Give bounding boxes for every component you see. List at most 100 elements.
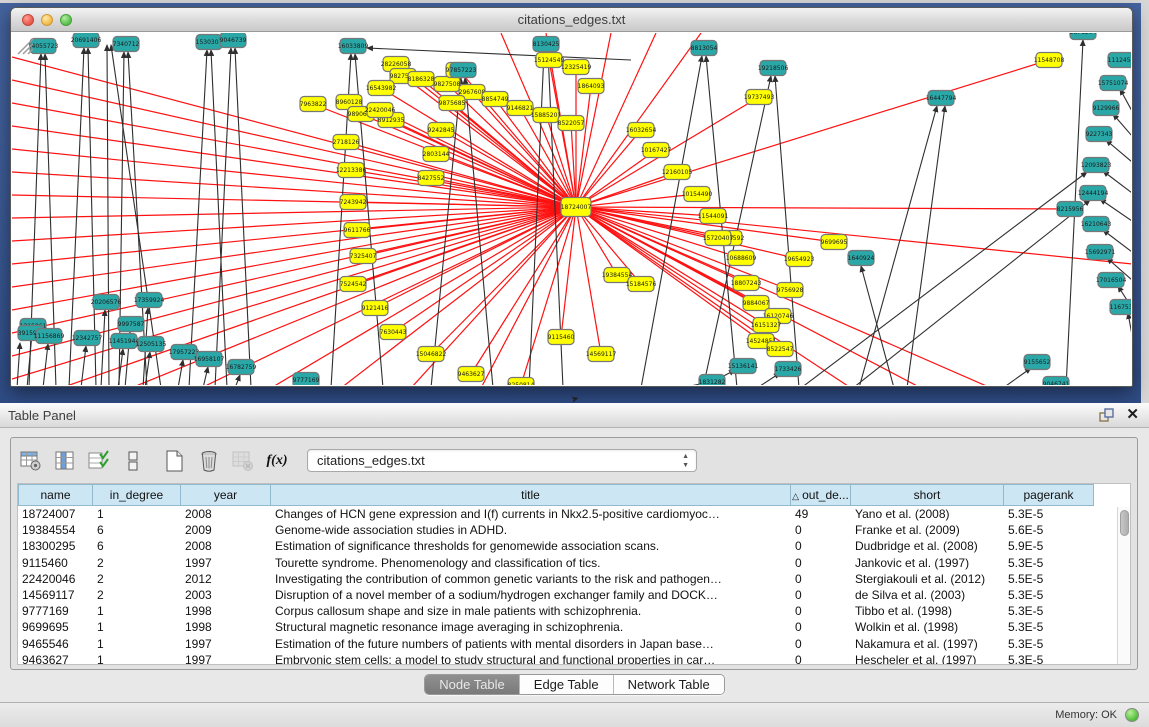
graph-node[interactable]: 12444194: [1078, 186, 1109, 201]
graph-node[interactable]: 18724007: [561, 198, 592, 217]
table-row[interactable]: 1456911722003Disruption of a novel membe…: [18, 587, 1130, 603]
graph-node[interactable]: 15720407: [703, 231, 734, 246]
graph-node[interactable]: 8186328: [408, 72, 435, 87]
graph-node[interactable]: 12213386: [336, 163, 367, 178]
window-titlebar[interactable]: citations_edges.txt: [11, 8, 1132, 32]
graph-node[interactable]: 15692971: [1085, 245, 1116, 260]
function-builder-icon[interactable]: f(x): [263, 447, 291, 475]
graph-node[interactable]: 15751074: [1098, 76, 1129, 91]
graph-node[interactable]: 8522057: [558, 116, 585, 131]
graph-node[interactable]: 7243942: [340, 195, 367, 210]
graph-node[interactable]: 10154490: [682, 187, 713, 202]
graph-node[interactable]: 9699695: [821, 235, 848, 250]
graph-node[interactable]: 11156869: [34, 329, 65, 344]
graph-node[interactable]: 9827508: [434, 77, 461, 92]
graph-node[interactable]: 18807243: [731, 276, 762, 291]
graph-node[interactable]: 20691406: [71, 33, 102, 48]
graph-node[interactable]: 10167427: [641, 143, 672, 158]
graph-node[interactable]: 8427552: [418, 171, 445, 186]
graph-node[interactable]: 9875685: [439, 96, 466, 111]
tab-node-table[interactable]: Node Table: [425, 675, 519, 694]
graph-node[interactable]: 7524542: [340, 277, 367, 292]
graph-node[interactable]: 2718126: [333, 135, 360, 150]
table-row[interactable]: 911546021997Tourette syndrome. Phenomeno…: [18, 555, 1130, 571]
graph-node[interactable]: 9129966: [1093, 101, 1120, 116]
column-header-year[interactable]: year: [181, 484, 271, 506]
table-row[interactable]: 946554611997Estimation of the future num…: [18, 636, 1130, 652]
graph-node[interactable]: 1112454: [1108, 53, 1131, 68]
column-header-pagerank[interactable]: pagerank: [1004, 484, 1094, 506]
graph-node[interactable]: 9242845: [428, 123, 455, 138]
graph-node[interactable]: 14569117: [586, 347, 617, 362]
column-select-icon[interactable]: [85, 447, 113, 475]
graph-node[interactable]: 7630443: [380, 325, 407, 340]
table-row[interactable]: 946362711997Embryonic stem cells: a mode…: [18, 652, 1130, 665]
table-mode-icon[interactable]: [17, 447, 45, 475]
graph-node[interactable]: 1530307: [196, 35, 223, 50]
graph-node[interactable]: 16958107: [194, 352, 225, 367]
graph-node[interactable]: 16543982: [366, 81, 397, 96]
graph-node[interactable]: 1640924: [848, 251, 875, 266]
graph-node[interactable]: 8854749: [482, 92, 509, 107]
column-header-out-de-[interactable]: △out_de...: [791, 484, 851, 506]
graph-node[interactable]: 20206576: [91, 295, 122, 310]
graph-node[interactable]: 9046741: [1043, 377, 1070, 386]
table-row[interactable]: 1938455462009Genome-wide association stu…: [18, 522, 1130, 538]
network-view-window[interactable]: citations_edges.txt 79638228960128891293…: [10, 7, 1133, 387]
graph-node[interactable]: 16032654: [626, 123, 657, 138]
graph-node[interactable]: 16447794: [926, 91, 957, 106]
graph-node[interactable]: 12093823: [1081, 158, 1112, 173]
graph-node[interactable]: 16151327: [751, 318, 782, 333]
graph-node[interactable]: 12342757: [72, 331, 103, 346]
graph-node[interactable]: 12160105: [662, 165, 693, 180]
graph-node[interactable]: 9146821: [507, 101, 534, 116]
graph-node[interactable]: 2803144: [423, 147, 450, 162]
network-canvas[interactable]: 7963822896012889129352822605898275051654…: [12, 33, 1131, 385]
citation-network-graph[interactable]: 7963822896012889129352822605898275051654…: [12, 33, 1131, 385]
graph-node[interactable]: 9777169: [293, 373, 320, 386]
graph-node[interactable]: 19737493: [744, 90, 775, 105]
graph-node[interactable]: 9227343: [1086, 127, 1113, 142]
graph-node[interactable]: 11548708: [1034, 53, 1065, 68]
new-column-icon[interactable]: [161, 447, 189, 475]
column-header-in-degree[interactable]: in_degree: [93, 484, 181, 506]
tab-network-table[interactable]: Network Table: [613, 675, 724, 694]
graph-node[interactable]: 2871204: [1070, 33, 1097, 40]
graph-node[interactable]: 8250814: [508, 378, 535, 386]
graph-node[interactable]: 9046739: [220, 33, 247, 48]
graph-node[interactable]: 7963822: [300, 97, 327, 112]
table-row[interactable]: 1872400712008Changes of HCN gene express…: [18, 506, 1130, 522]
delete-column-icon[interactable]: [195, 447, 223, 475]
graph-node[interactable]: 1167533: [1110, 300, 1131, 315]
graph-node[interactable]: 16782759: [226, 360, 257, 375]
graph-node[interactable]: 7857223: [450, 63, 477, 78]
graph-node[interactable]: 1864093: [578, 79, 605, 94]
graph-node[interactable]: 8215956: [1057, 202, 1084, 217]
table-row[interactable]: 2242004622012Investigating the contribut…: [18, 571, 1130, 587]
column-header-short[interactable]: short: [851, 484, 1004, 506]
scrollbar-thumb[interactable]: [1120, 510, 1129, 536]
column-show-icon[interactable]: [51, 447, 79, 475]
graph-node[interactable]: 10688609: [726, 251, 757, 266]
graph-node[interactable]: 1831282: [699, 375, 726, 386]
delete-table-icon[interactable]: [229, 447, 257, 475]
graph-node[interactable]: 16033809: [338, 39, 369, 54]
column-header-name[interactable]: name: [18, 484, 93, 506]
graph-node[interactable]: 15124549: [534, 53, 565, 68]
graph-node[interactable]: 11544091: [698, 209, 729, 224]
graph-node[interactable]: 8130425: [533, 37, 560, 52]
graph-node[interactable]: 9121416: [362, 301, 389, 316]
graph-node[interactable]: 17016504: [1096, 273, 1127, 288]
graph-node[interactable]: 16210643: [1081, 217, 1112, 232]
float-icon[interactable]: [1099, 408, 1114, 422]
close-icon[interactable]: ✕: [1126, 407, 1139, 423]
graph-node[interactable]: 7340712: [113, 37, 140, 52]
graph-node[interactable]: 7325407: [350, 249, 377, 264]
graph-node[interactable]: 9611766: [344, 223, 371, 238]
graph-node[interactable]: 12505135: [136, 337, 167, 352]
graph-node[interactable]: 9115460: [548, 330, 575, 345]
graph-node[interactable]: 19654923: [784, 252, 815, 267]
graph-node[interactable]: 15136141: [728, 359, 759, 374]
graph-node[interactable]: 9155652: [1024, 355, 1051, 370]
graph-node[interactable]: 22420046: [365, 103, 396, 118]
